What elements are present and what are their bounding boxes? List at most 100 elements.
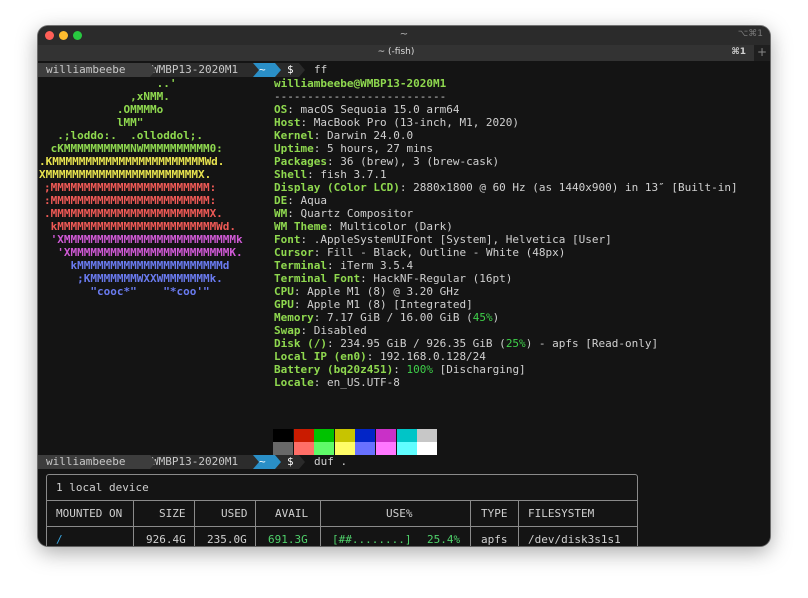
cell-filesystem: /dev/disk3s1s1 [528, 533, 621, 546]
info-row: Cursor: Fill - Black, Outline - White (4… [274, 246, 566, 259]
palette-swatch [293, 442, 314, 455]
info-label: Font [274, 233, 301, 246]
powerline-arrow-icon [299, 63, 305, 77]
info-value: 36 (brew), 3 (brew-cask) [340, 155, 500, 168]
info-row: Swap: Disabled [274, 324, 367, 337]
palette-swatch [293, 429, 314, 442]
column-divider [194, 500, 195, 546]
terminal-content[interactable]: williambeebe WMBP13-2020M1 ~ $ ff ..' ,x… [38, 61, 770, 546]
info-value: 7.17 GiB / 16.00 GiB ( [327, 311, 473, 324]
info-value: Aqua [300, 194, 328, 207]
palette-swatch [376, 429, 396, 442]
powerline-arrow-icon [150, 455, 156, 469]
info-label: WM Theme [274, 220, 327, 233]
info-row: Battery (bq20z451): 100% [Discharging] [274, 363, 526, 376]
info-label: Kernel [274, 129, 314, 142]
logo-line: XMMMMMMMMMMMMMMMMMMMMMMMX. [39, 168, 212, 181]
prompt-host-segment: WMBP13-2020M1 [150, 63, 253, 77]
command-ff: ff [314, 63, 328, 76]
info-row: Host: MacBook Pro (13-inch, M1, 2020) [274, 116, 520, 129]
title-bar: ~ ⌥⌘1 [38, 26, 770, 45]
info-value: Multicolor (Dark) [340, 220, 453, 233]
info-row: OS: macOS Sequoia 15.0 arm64 [274, 103, 460, 116]
info-row: CPU: Apple M1 (8) @ 3.20 GHz [274, 285, 460, 298]
info-row: WM Theme: Multicolor (Dark) [274, 220, 453, 233]
info-row: Shell: fish 3.7.1 [274, 168, 387, 181]
palette-swatch [273, 429, 293, 442]
info-value-suffix: ) [492, 311, 500, 324]
info-value: Fill - Black, Outline - White (48px) [327, 246, 566, 259]
info-label: Packages [274, 155, 327, 168]
info-percent: 45% [472, 311, 493, 324]
info-value: 2880x1800 @ 60 Hz (as 1440x900) in 13″ [… [413, 181, 738, 194]
cell-used: 235.0G [207, 533, 247, 546]
info-label: Local IP (en0) [274, 350, 367, 363]
column-header-use: USE% [386, 507, 413, 520]
info-value: Darwin 24.0.0 [327, 129, 414, 142]
info-label: Disk (/) [274, 337, 327, 350]
new-tab-button[interactable]: + [757, 45, 767, 59]
info-value: iTerm 3.5.4 [340, 259, 414, 272]
prompt-line: williambeebe WMBP13-2020M1 ~ $ ff [38, 63, 770, 77]
info-row: Terminal Font: HackNF-Regular (16pt) [274, 272, 513, 285]
info-value: Disabled [313, 324, 367, 337]
palette-swatch [376, 442, 396, 455]
info-label: Memory [274, 311, 314, 324]
info-value: MacBook Pro (13-inch, M1, 2020) [313, 116, 520, 129]
logo-line: :MMMMMMMMMMMMMMMMMMMMMMMM: [44, 194, 217, 207]
palette-swatch [396, 442, 417, 455]
info-label: Cursor [274, 246, 314, 259]
prompt-symbol: $ [287, 455, 294, 468]
info-value: 192.168.0.128/24 [379, 350, 486, 363]
column-header-used: USED [221, 507, 248, 520]
prompt-symbol: $ [287, 63, 294, 76]
info-label: Locale [274, 376, 314, 389]
info-value: HackNF-Regular (16pt) [373, 272, 513, 285]
logo-line: ;KMMMMMMMWXXWMMMMMMMk. [44, 272, 223, 285]
info-label: GPU [274, 298, 294, 311]
palette-swatch [355, 442, 376, 455]
column-divider [518, 500, 519, 546]
prompt-host-segment: WMBP13-2020M1 [150, 455, 253, 469]
info-row: DE: Aqua [274, 194, 327, 207]
logo-line: .;loddo:. .olloddol;. [44, 129, 203, 142]
prompt-host: WMBP13-2020M1 [152, 63, 239, 76]
column-header-mounted: MOUNTED ON [56, 507, 123, 520]
info-separator: -------------------------- [274, 90, 447, 103]
palette-swatch [396, 429, 417, 442]
palette-swatch [334, 442, 355, 455]
terminal-window: ~ ⌥⌘1 ~ (-fish) ⌘1 + williambeebe WMBP13… [38, 26, 770, 546]
prompt-host: WMBP13-2020M1 [152, 455, 239, 468]
info-label: CPU [274, 285, 294, 298]
tab-bar: ~ (-fish) ⌘1 + [38, 45, 770, 61]
cell-avail: 691.3G [268, 533, 308, 546]
powerline-arrow-icon [275, 63, 281, 77]
table-divider [47, 500, 637, 501]
info-value-suffix: [Discharging] [432, 363, 526, 376]
palette-swatch [355, 429, 376, 442]
powerline-arrow-icon [299, 455, 305, 469]
logo-line: kMMMMMMMMMMMMMMMMMMMMMMd [44, 259, 230, 272]
info-value: 5 hours, 27 mins [327, 142, 433, 155]
info-row: Terminal: iTerm 3.5.4 [274, 259, 414, 272]
tab-fish[interactable]: ~ (-fish) ⌘1 [38, 45, 754, 61]
info-label: WM [274, 207, 288, 220]
logo-line: ..' [44, 77, 177, 90]
info-row: Locale: en_US.UTF-8 [274, 376, 400, 389]
cell-mounted: / [56, 533, 63, 546]
command-duf: duf . [314, 455, 348, 468]
palette-swatch [314, 442, 335, 455]
cell-size: 926.4G [146, 533, 186, 546]
column-divider [255, 500, 256, 546]
info-label: Uptime [274, 142, 314, 155]
powerline-arrow-icon [253, 455, 259, 469]
info-value: 234.95 GiB / 926.35 GiB ( [340, 337, 506, 350]
info-row: GPU: Apple M1 (8) [Integrated] [274, 298, 473, 311]
prompt-dir: ~ [259, 455, 266, 468]
column-header-filesystem: FILESYSTEM [528, 507, 595, 520]
info-row: Font: .AppleSystemUIFont [System], Helve… [274, 233, 612, 246]
info-label: Host [274, 116, 301, 129]
info-label: Terminal Font [274, 272, 361, 285]
color-palette [273, 429, 438, 455]
prompt-user-segment: williambeebe [38, 455, 150, 469]
